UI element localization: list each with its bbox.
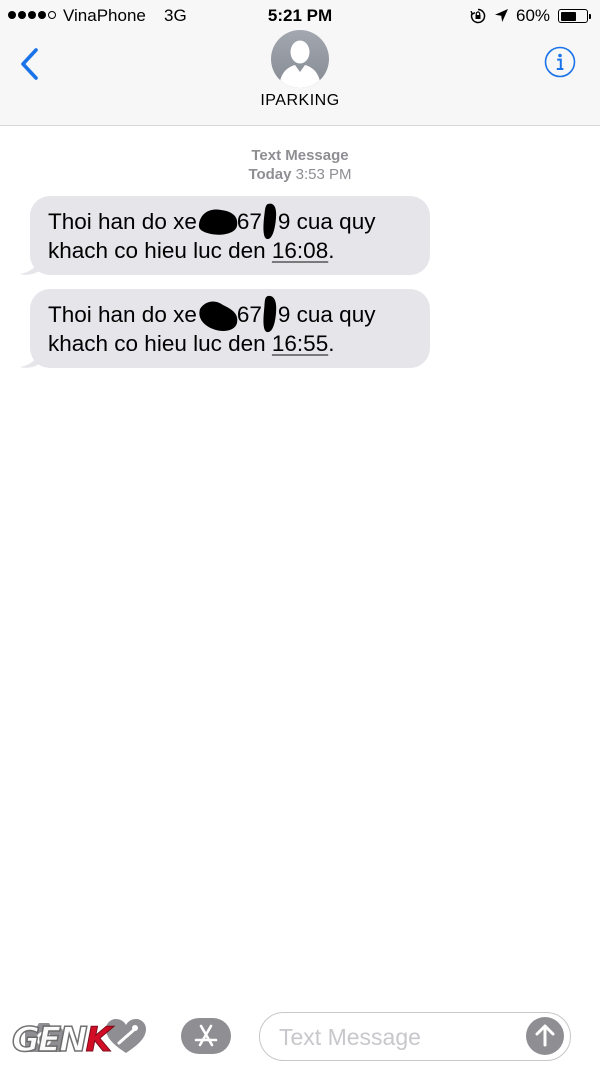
location-arrow-icon <box>495 9 508 22</box>
expiry-time-link[interactable]: 16:55 <box>272 331 328 356</box>
message-line: Thoi han do xe 67 9 cua quy <box>48 295 414 333</box>
message-input[interactable]: Text Message <box>259 1012 571 1061</box>
arrow-up-icon <box>535 1024 555 1047</box>
message-text: khach co hieu luc den <box>48 238 272 263</box>
message-text: Thoi han do xe <box>48 209 197 234</box>
conversation-timestamp: Text Message Today 3:53 PM <box>0 146 600 184</box>
redaction-mark <box>262 203 278 240</box>
heart-icon <box>106 1019 146 1053</box>
message-text: . <box>328 331 335 356</box>
watermark-accent: K <box>85 1020 112 1061</box>
info-circle-icon <box>544 46 576 78</box>
send-button[interactable] <box>526 1017 564 1055</box>
status-bar: VinaPhone 3G 5:21 PM 60% <box>0 0 600 32</box>
plate-visible-part: 9 <box>277 209 291 234</box>
message-text: Thoi han do xe <box>48 302 197 327</box>
message-bubble[interactable]: Thoi han do xe 67 9 cua quy khach co hieu … <box>30 289 430 368</box>
battery-level <box>560 11 576 21</box>
battery-percent: 60% <box>516 6 551 25</box>
info-button[interactable] <box>544 46 576 78</box>
timestamp-day: Today <box>248 166 292 183</box>
chevron-left-icon <box>21 48 38 80</box>
message-input-placeholder: Text Message <box>279 1024 421 1050</box>
message-text: . <box>328 238 335 263</box>
message-text: cua quy <box>290 209 376 234</box>
contact-avatar[interactable] <box>271 30 329 88</box>
back-button[interactable] <box>14 44 44 84</box>
message-line: khach co hieu luc den 16:08. <box>48 236 414 265</box>
timestamp-time: 3:53 PM <box>295 166 352 183</box>
contact-name[interactable]: IPARKING <box>0 92 600 110</box>
redaction-mark <box>197 301 238 331</box>
battery-icon <box>558 9 591 23</box>
redaction-mark <box>197 208 238 235</box>
service-label: Text Message <box>251 147 349 164</box>
message-bubble[interactable]: Thoi han do xe 67 9 cua quy khach co hieu … <box>30 196 430 275</box>
rotation-lock-icon <box>470 8 486 24</box>
message-text: cua quy <box>290 302 376 327</box>
timestamp-line: Today 3:53 PM <box>0 165 600 184</box>
message-line: Thoi han do xe 67 9 cua quy <box>48 203 414 240</box>
expiry-time-link[interactable]: 16:08 <box>272 238 328 263</box>
status-time: 5:21 PM <box>267 6 333 25</box>
app-store-button[interactable] <box>181 1018 231 1054</box>
redaction-mark <box>262 295 278 333</box>
digital-touch-button[interactable] <box>104 1016 148 1056</box>
watermark-logo: GENK <box>11 1019 112 1061</box>
person-silhouette-icon <box>279 40 321 88</box>
plate-visible-part: 9 <box>277 302 291 327</box>
app-store-icon <box>194 1024 218 1047</box>
messages-screen: VinaPhone 3G 5:21 PM 60% IPARKING Text M… <box>0 0 600 1067</box>
watermark-text: GEN <box>11 1019 88 1061</box>
